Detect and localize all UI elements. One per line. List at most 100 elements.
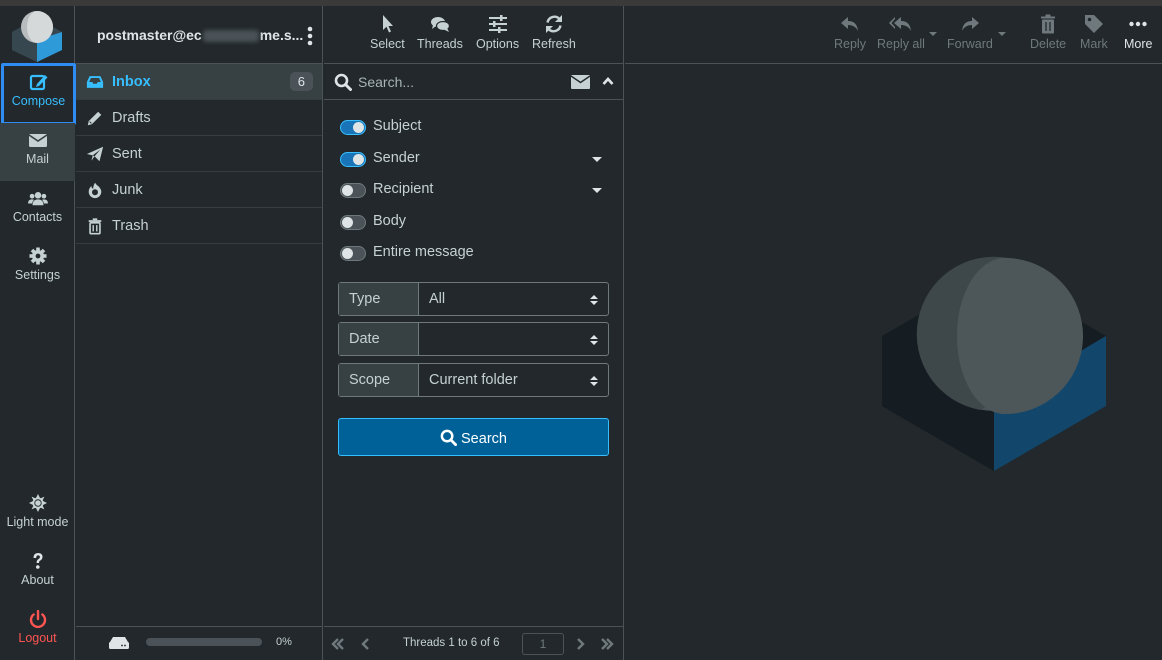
folder-sent[interactable]: Sent — [76, 136, 322, 172]
logout-label: Logout — [18, 631, 57, 645]
nav-contacts[interactable]: Contacts — [0, 181, 75, 239]
unread-count-badge: 6 — [289, 72, 313, 91]
select-label: Select — [370, 37, 405, 51]
date-select[interactable]: Date — [338, 322, 609, 356]
options-label: Options — [476, 37, 520, 51]
date-select-label: Date — [339, 323, 419, 355]
account-name-end: me.s... — [259, 27, 304, 43]
folder-label: Trash — [112, 218, 149, 234]
select-button[interactable]: Select — [370, 14, 405, 51]
main-navigation: Compose Mail Contacts Settings Light mod… — [0, 6, 76, 660]
roundcube-logo[interactable] — [10, 10, 64, 62]
search-option-body: Body — [338, 211, 610, 243]
about-button[interactable]: About — [0, 544, 75, 602]
nav-mail-label: Mail — [26, 152, 49, 166]
sliders-icon — [488, 15, 507, 33]
reply-all-icon — [888, 17, 911, 31]
list-pager: Threads 1 to 6 of 6 — [324, 626, 623, 660]
threads-button[interactable]: Threads — [417, 14, 463, 51]
entire-message-toggle[interactable] — [340, 246, 366, 261]
message-content-panel: Reply Reply all Forward Delete Mark More — [625, 6, 1162, 660]
tag-icon — [1084, 15, 1103, 33]
fire-icon — [88, 182, 102, 199]
folder-label: Inbox — [112, 74, 151, 90]
more-label: More — [1124, 37, 1153, 51]
caret-down-icon[interactable] — [592, 188, 602, 193]
pager-info: Threads 1 to 6 of 6 — [403, 637, 500, 649]
account-name: postmaster@ec me.s... — [97, 27, 303, 43]
sender-toggle[interactable] — [340, 151, 366, 167]
caret-down-icon[interactable] — [592, 156, 602, 162]
folder-label: Drafts — [112, 110, 151, 126]
logout-button[interactable]: Logout — [0, 602, 75, 660]
question-icon — [33, 553, 42, 569]
nav-settings[interactable]: Settings — [0, 239, 75, 297]
forward-button[interactable]: Forward — [947, 14, 993, 51]
inbox-icon — [86, 76, 104, 88]
refresh-icon — [545, 15, 562, 33]
search-option-entire-message: Entire message — [338, 242, 610, 274]
reply-all-dropdown-icon[interactable] — [929, 32, 937, 36]
option-label: Sender — [373, 149, 420, 166]
redacted-text — [202, 30, 259, 43]
power-icon — [29, 610, 46, 628]
reply-button[interactable]: Reply — [834, 14, 866, 51]
quota-bar — [146, 638, 262, 646]
reply-icon — [840, 17, 858, 31]
options-button[interactable]: Options — [476, 14, 519, 51]
compose-label: Compose — [11, 94, 66, 108]
type-select[interactable]: Type All — [338, 282, 609, 316]
forward-dropdown-icon[interactable] — [998, 32, 1006, 36]
users-icon — [27, 192, 48, 206]
reply-all-button[interactable]: Reply all — [877, 14, 925, 51]
light-mode-button[interactable]: Light mode — [0, 486, 75, 544]
sort-arrows-icon — [590, 335, 598, 345]
mark-label: Mark — [1080, 37, 1108, 51]
body-toggle[interactable] — [340, 214, 366, 230]
search-input[interactable] — [358, 70, 558, 94]
nav-mail[interactable]: Mail — [0, 123, 75, 181]
folder-junk[interactable]: Junk — [76, 172, 322, 208]
next-page-icon[interactable] — [573, 637, 587, 651]
list-toolbar: Select Threads Options Refresh — [324, 6, 623, 64]
folder-inbox[interactable]: Inbox 6 — [76, 64, 322, 100]
previous-page-icon[interactable] — [359, 637, 373, 651]
light-mode-label: Light mode — [6, 515, 69, 529]
collapse-chevron-up-icon[interactable] — [602, 76, 614, 86]
subject-toggle[interactable] — [340, 120, 366, 135]
date-select-value[interactable] — [419, 323, 608, 355]
gear-icon — [29, 247, 46, 265]
comments-icon — [430, 17, 450, 32]
option-label: Subject — [373, 118, 422, 134]
folder-trash[interactable]: Trash — [76, 208, 322, 244]
search-button-label: Search — [461, 431, 507, 447]
scope-select[interactable]: Scope Current folder — [338, 363, 609, 397]
type-select-value[interactable]: All — [419, 283, 608, 315]
compose-button[interactable]: Compose — [1, 63, 76, 125]
nav-settings-label: Settings — [14, 268, 61, 282]
search-button[interactable]: Search — [338, 418, 609, 456]
refresh-button[interactable]: Refresh — [532, 14, 576, 51]
last-page-icon[interactable] — [600, 637, 614, 651]
type-select-label: Type — [339, 283, 419, 315]
message-toolbar: Reply Reply all Forward Delete Mark More — [625, 6, 1162, 64]
scope-select-value[interactable]: Current folder — [419, 364, 608, 396]
search-option-recipient: Recipient — [338, 179, 610, 211]
roundcube-watermark-logo — [882, 256, 1106, 471]
type-value-text: All — [429, 291, 446, 307]
mark-button[interactable]: Mark — [1080, 14, 1108, 51]
delete-button[interactable]: Delete — [1030, 14, 1066, 51]
page-number-input[interactable] — [522, 633, 564, 655]
scope-value-text: Current folder — [429, 372, 518, 388]
folder-panel: postmaster@ec me.s... Inbox 6 Drafts Sen… — [76, 6, 323, 660]
recipient-toggle[interactable] — [340, 183, 366, 198]
folder-drafts[interactable]: Drafts — [76, 100, 322, 136]
folder-label: Junk — [112, 182, 143, 198]
search-icon[interactable] — [334, 73, 352, 91]
reply-label: Reply — [834, 37, 866, 51]
envelope-icon[interactable] — [571, 75, 590, 89]
more-button[interactable]: More — [1124, 14, 1152, 51]
first-page-icon[interactable] — [331, 637, 345, 651]
kebab-menu-icon[interactable] — [306, 26, 314, 46]
ellipsis-icon — [1129, 21, 1147, 27]
